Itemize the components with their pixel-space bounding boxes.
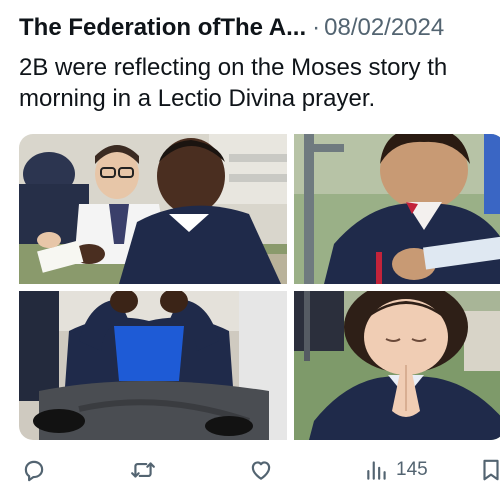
tweet-text-line-1: 2B were reflecting on the Moses story th (19, 54, 448, 81)
tweet-text-line-2: morning in a Lectio Divina prayer. (19, 85, 376, 112)
tweet-header: The Federation ofThe A... · 08/02/2024 (19, 13, 444, 43)
photo-children-reading[interactable] (19, 134, 287, 284)
photo-child-praying[interactable] (294, 291, 500, 440)
views-icon (367, 461, 386, 480)
reply-button[interactable] (21, 452, 47, 488)
tweet-text: 2B were reflecting on the Moses story th… (19, 52, 499, 114)
post-date[interactable]: 08/02/2024 (324, 14, 444, 41)
views-count: 145 (396, 459, 428, 480)
bookmark-button[interactable] (478, 452, 500, 488)
action-bar: 145 (0, 452, 500, 488)
reply-icon (24, 460, 44, 482)
heart-icon (251, 461, 271, 480)
tweet-card: The Federation ofThe A... · 08/02/2024 2B … (0, 0, 500, 500)
photo-child-holding-paper[interactable] (294, 134, 500, 284)
retweet-icon (131, 462, 155, 478)
separator: · (312, 14, 321, 41)
photo-child-sitting[interactable] (19, 291, 287, 440)
media-grid (19, 134, 500, 440)
retweet-button[interactable] (130, 452, 156, 488)
like-button[interactable] (248, 452, 274, 488)
bookmark-icon (483, 459, 499, 481)
views-button[interactable]: 145 (364, 452, 428, 488)
author-name[interactable]: The Federation ofThe A... (19, 14, 306, 41)
